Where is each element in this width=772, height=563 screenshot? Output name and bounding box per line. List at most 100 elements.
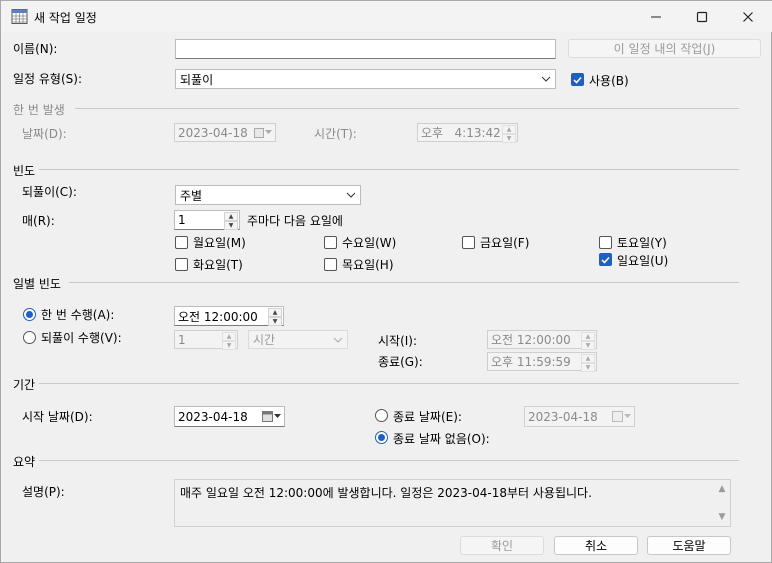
section-divider bbox=[75, 108, 739, 109]
start-date-picker[interactable]: 2023-04-18 bbox=[174, 406, 285, 427]
maximize-icon bbox=[696, 11, 708, 22]
ok-button[interactable]: 확인 bbox=[460, 536, 544, 555]
sunday-label: 일요일(U) bbox=[617, 254, 669, 268]
spin-up-icon: ▲ bbox=[222, 332, 236, 341]
time-spinner[interactable]: ▲ ▼ bbox=[581, 354, 595, 372]
time-spinner[interactable]: ▲ ▼ bbox=[581, 332, 595, 350]
friday-checkbox[interactable] bbox=[462, 236, 475, 249]
description-label: 설명(P): bbox=[22, 485, 65, 499]
tasks-in-schedule-button[interactable]: 이 일정 내의 작업(J) bbox=[568, 39, 761, 58]
schedule-type-select[interactable]: 되풀이 bbox=[175, 69, 556, 89]
calendar-dropdown-icon bbox=[254, 127, 272, 138]
spin-up-icon: ▲ bbox=[581, 354, 595, 363]
end-date-radio[interactable] bbox=[375, 409, 388, 422]
scroll-up-icon[interactable]: ▲ bbox=[719, 484, 726, 494]
description-textbox[interactable]: 매주 일요일 오전 12:00:00에 발생합니다. 일정은 2023-04-1… bbox=[174, 479, 731, 527]
end-date-label: 종료 날짜(E): bbox=[393, 410, 462, 424]
calendar-dropdown-icon bbox=[612, 411, 631, 422]
interval-spinner[interactable]: ▲ ▼ bbox=[222, 332, 236, 350]
monday-label: 월요일(M) bbox=[193, 236, 246, 250]
interval-unit-select[interactable]: 시간 bbox=[248, 330, 348, 349]
cancel-button[interactable]: 취소 bbox=[554, 536, 638, 555]
every-label: 매(R): bbox=[22, 214, 55, 228]
duration-section-title: 기간 bbox=[13, 378, 36, 392]
name-input[interactable] bbox=[175, 39, 556, 59]
spin-up-icon: ▲ bbox=[224, 212, 238, 221]
section-divider bbox=[39, 460, 739, 461]
summary-section-title: 요약 bbox=[13, 455, 36, 469]
spin-down-icon: ▼ bbox=[502, 134, 516, 143]
sunday-checkbox[interactable] bbox=[599, 253, 612, 266]
starting-at-label: 시작(I): bbox=[378, 334, 418, 348]
enabled-checkbox[interactable] bbox=[571, 73, 584, 86]
close-icon bbox=[743, 11, 753, 22]
maximize-button[interactable] bbox=[679, 1, 725, 32]
end-date-picker[interactable]: 2023-04-18 bbox=[524, 406, 635, 427]
occurs-once-time-value: 오전 12:00:00 bbox=[178, 309, 258, 324]
help-button[interactable]: 도움말 bbox=[647, 536, 731, 555]
section-divider bbox=[39, 383, 739, 384]
no-end-date-label: 종료 날짜 없음(O): bbox=[393, 432, 490, 446]
weeks-spinner[interactable]: ▲ ▼ bbox=[224, 212, 238, 230]
schedule-type-label: 일정 유형(S): bbox=[13, 72, 82, 86]
title-bar: 새 작업 일정 bbox=[1, 1, 772, 32]
one-time-date-picker[interactable]: 2023-04-18 bbox=[174, 123, 276, 142]
occurs-every-interval-input[interactable]: 1 ▲ ▼ bbox=[174, 330, 238, 350]
end-date-value: 2023-04-18 bbox=[528, 409, 598, 424]
section-divider bbox=[39, 169, 739, 170]
thursday-checkbox[interactable] bbox=[324, 258, 337, 271]
start-date-value: 2023-04-18 bbox=[178, 409, 248, 424]
occurs-every-radio[interactable] bbox=[23, 331, 36, 344]
every-suffix-label: 주마다 다음 요일에 bbox=[247, 214, 343, 228]
close-button[interactable] bbox=[725, 1, 771, 32]
starting-at-input[interactable]: 오전 12:00:00 ▲ ▼ bbox=[487, 330, 597, 350]
spin-up-icon: ▲ bbox=[581, 332, 595, 341]
recurs-value: 주별 bbox=[180, 188, 203, 203]
start-date-label: 시작 날짜(D): bbox=[22, 410, 93, 424]
one-time-time-label: 시간(T): bbox=[314, 127, 357, 141]
ending-at-input[interactable]: 오후 11:59:59 ▲ ▼ bbox=[487, 352, 597, 372]
window-title: 새 작업 일정 bbox=[34, 11, 97, 25]
chevron-down-icon bbox=[346, 192, 356, 198]
section-divider bbox=[69, 282, 739, 283]
wednesday-label: 수요일(W) bbox=[342, 236, 397, 250]
one-time-section-title: 한 번 발생 bbox=[13, 103, 65, 117]
dialog-window: 새 작업 일정 이름(N): 이 일정 내의 작업(J) 일정 유형(S): 되… bbox=[0, 0, 772, 563]
wednesday-checkbox[interactable] bbox=[324, 236, 337, 249]
one-time-time-input[interactable]: 오후 4:13:42 ▲ ▼ bbox=[417, 123, 518, 143]
description-text: 매주 일요일 오전 12:00:00에 발생합니다. 일정은 2023-04-1… bbox=[180, 486, 592, 500]
no-end-date-radio[interactable] bbox=[375, 431, 388, 444]
time-spinner[interactable]: ▲ ▼ bbox=[502, 125, 516, 143]
ending-at-label: 종료(G): bbox=[378, 355, 423, 369]
saturday-checkbox[interactable] bbox=[599, 236, 612, 249]
name-label: 이름(N): bbox=[13, 42, 58, 56]
saturday-label: 토요일(Y) bbox=[617, 236, 667, 250]
ending-at-value: 오후 11:59:59 bbox=[491, 355, 571, 369]
spin-down-icon: ▼ bbox=[224, 221, 238, 230]
description-scrollbar[interactable]: ▲ ▼ bbox=[714, 480, 730, 526]
scroll-down-icon[interactable]: ▼ bbox=[719, 512, 726, 522]
friday-label: 금요일(F) bbox=[480, 236, 530, 250]
minimize-button[interactable] bbox=[633, 1, 679, 32]
occurs-once-radio[interactable] bbox=[23, 308, 36, 321]
spin-down-icon: ▼ bbox=[222, 341, 236, 350]
occurs-once-time-input[interactable]: 오전 12:00:00 ▲ ▼ bbox=[174, 306, 284, 326]
starting-at-value: 오전 12:00:00 bbox=[491, 333, 571, 347]
every-weeks-input[interactable]: 1 ▲ ▼ bbox=[174, 210, 240, 230]
occurs-every-interval-value: 1 bbox=[178, 332, 186, 347]
calendar-icon bbox=[11, 8, 28, 25]
minimize-icon bbox=[651, 16, 661, 17]
monday-checkbox[interactable] bbox=[175, 236, 188, 249]
checkmark-icon bbox=[573, 76, 582, 84]
thursday-label: 목요일(H) bbox=[342, 258, 394, 272]
recurs-select[interactable]: 주별 bbox=[175, 185, 361, 205]
spin-down-icon: ▼ bbox=[581, 363, 595, 372]
time-spinner[interactable]: ▲ ▼ bbox=[268, 308, 282, 326]
tuesday-checkbox[interactable] bbox=[175, 258, 188, 271]
every-weeks-value: 1 bbox=[178, 213, 186, 227]
chevron-down-icon bbox=[333, 337, 343, 343]
spin-down-icon: ▼ bbox=[581, 341, 595, 350]
enabled-label: 사용(B) bbox=[589, 74, 629, 88]
frequency-section-title: 빈도 bbox=[13, 164, 36, 178]
one-time-date-value: 2023-04-18 bbox=[178, 125, 248, 140]
